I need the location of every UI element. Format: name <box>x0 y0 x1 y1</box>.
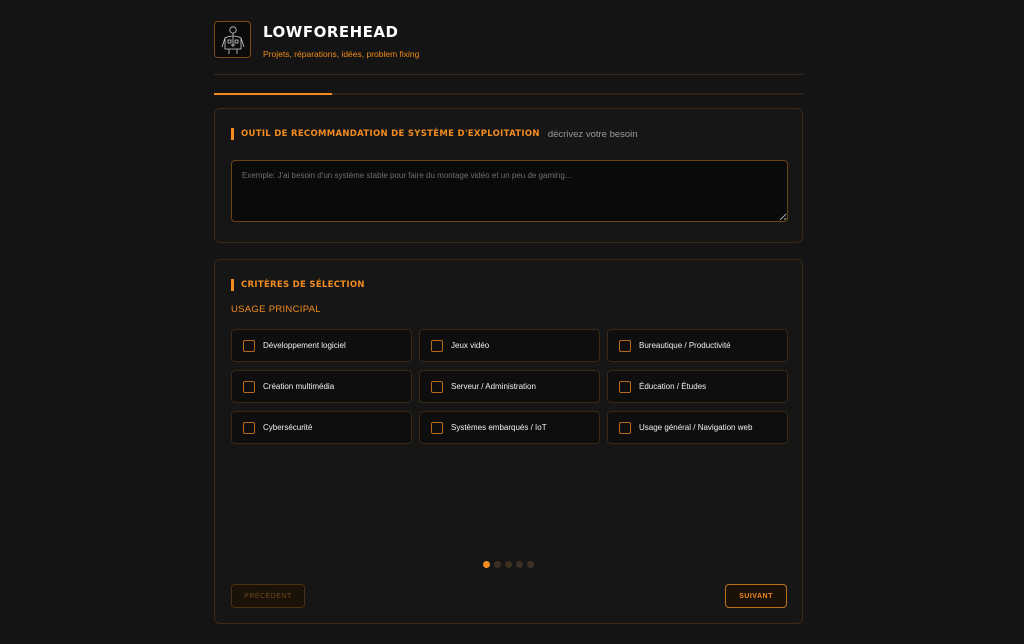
previous-button[interactable]: PRÉCÉDENT <box>231 584 305 608</box>
brand-title: LOWFOREHEAD <box>263 23 399 41</box>
usage-option[interactable]: Jeux vidéo <box>419 329 600 362</box>
recommendation-title: OUTIL DE RECOMMANDATION DE SYSTÈME D'EXP… <box>241 129 540 139</box>
checkbox[interactable] <box>243 421 255 434</box>
step-progress-fill <box>214 93 332 95</box>
checkbox[interactable] <box>619 339 631 352</box>
usage-option-label: Systèmes embarqués / IoT <box>451 423 547 432</box>
header-divider <box>214 74 803 75</box>
usage-option-label: Cybersécurité <box>263 423 313 432</box>
need-description-textarea[interactable] <box>231 160 788 222</box>
usage-option-label: Bureautique / Productivité <box>639 341 731 350</box>
checkbox[interactable] <box>431 421 443 434</box>
usage-option[interactable]: Cybersécurité <box>231 411 412 444</box>
usage-option[interactable]: Serveur / Administration <box>419 370 600 403</box>
checkbox[interactable] <box>243 380 255 393</box>
next-button[interactable]: SUIVANT <box>725 584 787 608</box>
pagination-dot[interactable] <box>494 561 501 568</box>
usage-option[interactable]: Usage général / Navigation web <box>607 411 788 444</box>
checkbox[interactable] <box>431 380 443 393</box>
recommendation-card: OUTIL DE RECOMMANDATION DE SYSTÈME D'EXP… <box>214 108 803 243</box>
criteria-title: CRITÈRES DE SÉLECTION <box>241 280 365 290</box>
usage-option-label: Serveur / Administration <box>451 382 536 391</box>
pagination-dots <box>483 561 534 568</box>
usage-option-label: Usage général / Navigation web <box>639 423 753 432</box>
usage-option-label: Éducation / Études <box>639 382 707 391</box>
usage-option-label: Jeux vidéo <box>451 341 490 350</box>
usage-options-grid: Développement logiciel Jeux vidéo Bureau… <box>231 329 788 444</box>
header: LOWFOREHEAD Projets, réparations, idées,… <box>214 21 803 61</box>
usage-option[interactable]: Éducation / Études <box>607 370 788 403</box>
usage-option-label: Création multimédia <box>263 382 335 391</box>
usage-option[interactable]: Bureautique / Productivité <box>607 329 788 362</box>
usage-option[interactable]: Création multimédia <box>231 370 412 403</box>
pagination-dot[interactable] <box>516 561 523 568</box>
accent-bar <box>231 128 234 140</box>
usage-option[interactable]: Développement logiciel <box>231 329 412 362</box>
usage-option[interactable]: Systèmes embarqués / IoT <box>419 411 600 444</box>
step-progress-bar <box>214 93 803 95</box>
checkbox[interactable] <box>243 339 255 352</box>
usage-principal-label: USAGE PRINCIPAL <box>231 304 321 315</box>
circuit-body-icon <box>214 21 251 58</box>
brand-subtitle: Projets, réparations, idées, problem fix… <box>263 49 420 59</box>
checkbox[interactable] <box>619 380 631 393</box>
recommendation-hint: décrivez votre besoin <box>547 128 638 140</box>
criteria-header: CRITÈRES DE SÉLECTION <box>231 279 365 291</box>
checkbox[interactable] <box>619 421 631 434</box>
usage-option-label: Développement logiciel <box>263 341 346 350</box>
criteria-card: CRITÈRES DE SÉLECTION USAGE PRINCIPAL Dé… <box>214 259 803 624</box>
pagination-dot[interactable] <box>527 561 534 568</box>
accent-bar <box>231 279 234 291</box>
checkbox[interactable] <box>431 339 443 352</box>
recommendation-header: OUTIL DE RECOMMANDATION DE SYSTÈME D'EXP… <box>231 128 638 140</box>
pagination-dot-active[interactable] <box>483 561 490 568</box>
pagination-dot[interactable] <box>505 561 512 568</box>
